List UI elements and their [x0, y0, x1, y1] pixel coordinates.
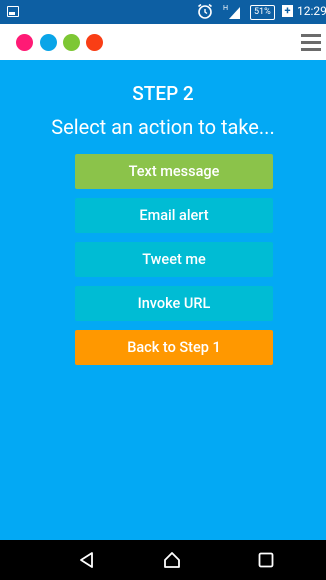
back-icon[interactable] [77, 550, 97, 570]
pink-dot [16, 34, 33, 51]
hamburger-menu-icon[interactable] [301, 34, 321, 51]
invoke-url-button[interactable]: Invoke URL [75, 286, 273, 321]
charging-icon: + [282, 5, 293, 17]
alarm-icon [198, 3, 212, 19]
text-message-button[interactable]: Text message [75, 154, 273, 189]
svg-text:H: H [223, 5, 228, 12]
app-screen: H 51% + 12:29 STEP 2 Select an action to… [0, 0, 326, 580]
gallery-icon [7, 6, 19, 17]
red-dot [86, 34, 103, 51]
status-bar: H 51% + 12:29 [0, 0, 326, 24]
email-alert-button[interactable]: Email alert [75, 198, 273, 233]
signal-icon: H [223, 5, 240, 19]
clock-time: 12:29 [297, 4, 326, 18]
page-subtitle: Select an action to take... [51, 115, 275, 139]
blue-dot [40, 34, 57, 51]
home-icon[interactable] [162, 550, 182, 570]
back-to-step-1-button[interactable]: Back to Step 1 [75, 330, 273, 365]
navigation-bar [0, 540, 326, 580]
step-title: STEP 2 [132, 82, 194, 105]
app-header [0, 24, 326, 60]
tweet-me-button[interactable]: Tweet me [75, 242, 273, 277]
battery-icon: 51% [250, 5, 275, 20]
green-dot [63, 34, 80, 51]
recents-icon[interactable] [256, 550, 276, 570]
